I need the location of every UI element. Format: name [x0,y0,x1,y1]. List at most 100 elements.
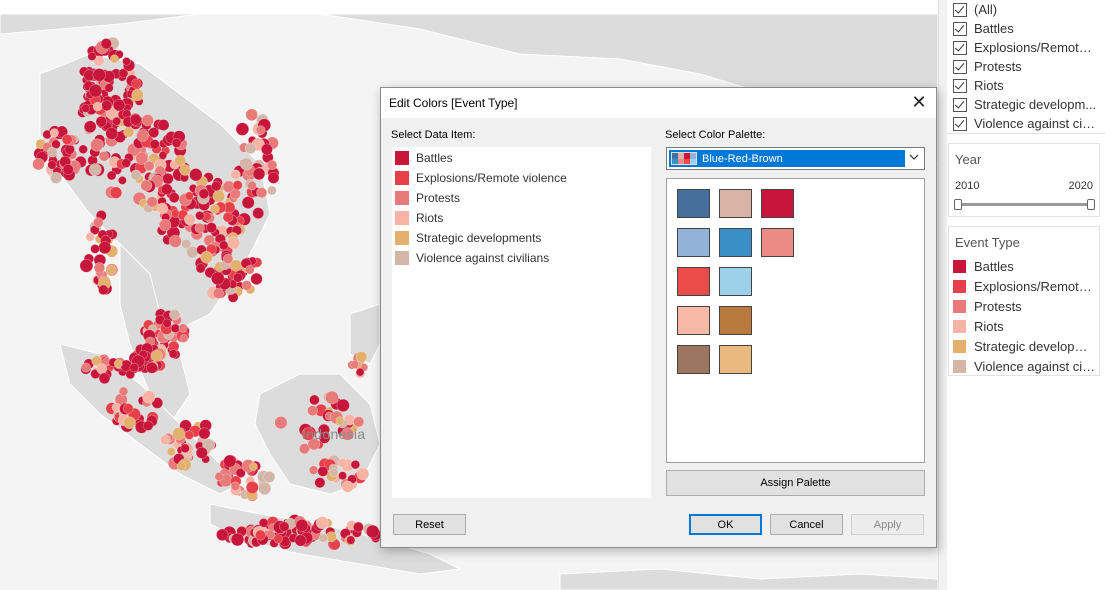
event-dot[interactable] [170,209,180,218]
event-dot[interactable] [245,481,259,494]
apply-button[interactable]: Apply [851,514,924,535]
event-dot[interactable] [122,403,134,414]
event-dot[interactable] [181,238,192,250]
palette-dropdown[interactable]: Blue-Red-Brown [666,147,925,170]
event-dot[interactable] [142,390,156,404]
event-dot[interactable] [78,144,88,155]
event-dot[interactable] [267,159,278,171]
event-dot[interactable] [162,318,172,328]
event-dot[interactable] [309,394,320,406]
event-dot[interactable] [141,114,154,127]
event-dot[interactable] [105,127,119,140]
event-dot[interactable] [122,56,131,66]
palette-swatch[interactable] [677,345,710,374]
palette-swatch[interactable] [719,189,752,218]
event-dot[interactable] [171,137,182,148]
event-dot[interactable] [355,367,365,377]
dialog-titlebar[interactable]: Edit Colors [Event Type] ✕ [381,88,936,118]
event-dot[interactable] [112,98,126,112]
palette-swatch[interactable] [677,267,710,296]
event-dot[interactable] [180,443,190,453]
event-dot[interactable] [169,309,181,321]
event-dot[interactable] [90,138,104,152]
event-dot[interactable] [85,232,95,242]
event-dot[interactable] [98,284,109,296]
palette-selected-value[interactable]: Blue-Red-Brown [669,150,905,167]
event-dot[interactable] [136,129,149,142]
year-slider-max-handle[interactable] [1087,199,1095,210]
year-slider-min-handle[interactable] [954,199,962,210]
chevron-down-icon[interactable] [909,152,919,162]
event-dot[interactable] [346,535,356,545]
event-dot[interactable] [235,122,250,136]
event-dot[interactable] [112,116,122,126]
checkbox-icon[interactable] [953,59,967,74]
event-dot[interactable] [88,163,102,176]
palette-swatch[interactable] [677,189,710,218]
palette-swatch[interactable] [761,189,794,218]
event-dot[interactable] [223,180,235,193]
event-dot[interactable] [168,192,180,204]
event-dot[interactable] [216,528,229,541]
event-dot[interactable] [121,158,131,168]
legend-item[interactable]: Strategic developme... [953,337,1099,355]
event-dot[interactable] [214,471,224,481]
event-dot[interactable] [123,416,136,430]
event-dot[interactable] [258,481,272,496]
event-dot[interactable] [245,265,255,275]
event-dot[interactable] [118,175,127,185]
data-item-row[interactable]: Protests [395,188,645,208]
event-dot[interactable] [146,196,158,208]
event-dot[interactable] [219,240,229,251]
event-dot[interactable] [149,139,160,150]
event-dot[interactable] [260,143,273,156]
filter-item-battles[interactable]: Battles [953,19,1103,38]
event-dot[interactable] [241,280,252,291]
event-dot[interactable] [90,244,100,254]
event-dot[interactable] [131,88,144,102]
event-dot[interactable] [279,521,290,532]
event-dot[interactable] [341,480,354,493]
event-dot[interactable] [106,170,117,181]
event-dot[interactable] [176,461,187,471]
event-dot[interactable] [241,196,255,209]
legend-item[interactable]: Violence against civil... [953,357,1099,375]
event-dot[interactable] [144,160,155,172]
palette-swatch[interactable] [719,306,752,335]
filter-item-all[interactable]: (All) [953,0,1103,19]
palette-swatch[interactable] [719,267,752,296]
event-dot[interactable] [79,259,94,273]
event-dot[interactable] [256,187,268,199]
checkbox-icon[interactable] [953,78,967,93]
event-dot[interactable] [83,120,97,133]
palette-swatch[interactable] [719,228,752,257]
checkbox-icon[interactable] [953,116,967,131]
event-dot[interactable] [129,362,139,373]
event-dot[interactable] [198,427,211,440]
event-dot[interactable] [209,203,220,214]
event-dot[interactable] [32,157,45,171]
event-dot[interactable] [325,390,339,405]
filter-item-explosions[interactable]: Explosions/Remote ... [953,38,1103,57]
event-dot[interactable] [168,234,182,248]
event-dot[interactable] [195,446,208,459]
event-dot[interactable] [263,470,276,483]
event-dot[interactable] [100,38,112,50]
event-dot[interactable] [195,263,206,274]
event-dot[interactable] [184,191,194,201]
event-dot[interactable] [230,169,241,180]
event-dot[interactable] [118,386,129,397]
event-dot[interactable] [295,518,309,532]
event-dot[interactable] [88,83,103,98]
event-dot[interactable] [156,202,169,215]
event-dot[interactable] [101,100,113,112]
event-dot[interactable] [335,416,345,426]
event-dot[interactable] [222,211,234,223]
event-dot[interactable] [145,361,158,374]
event-dot[interactable] [81,362,92,373]
event-dot[interactable] [109,186,123,199]
event-dot[interactable] [337,458,348,468]
event-dot[interactable] [223,454,237,468]
event-dot[interactable] [206,222,218,234]
event-dot[interactable] [212,287,224,299]
